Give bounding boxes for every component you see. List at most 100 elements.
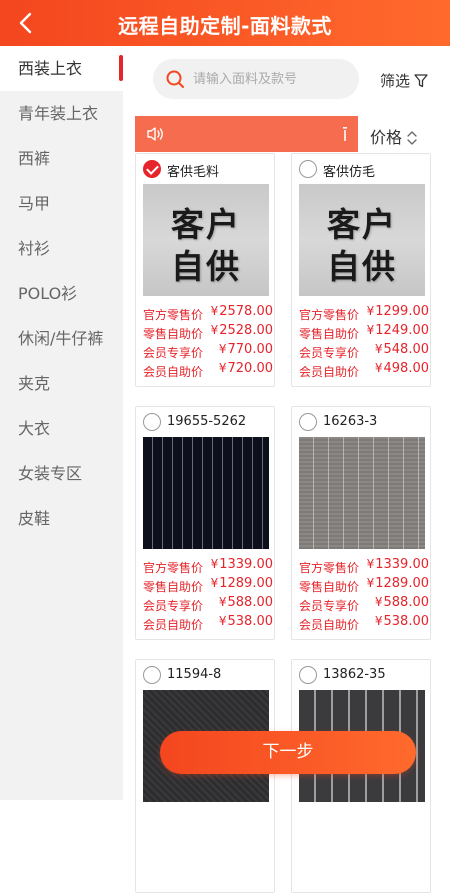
checkbox[interactable] — [299, 666, 317, 684]
fabric-name: 13862-35 — [323, 667, 386, 682]
price-label: 零售自助价 — [299, 580, 360, 594]
fabric-card[interactable]: 客供仿毛 客户 自供 官方零售价 ¥1299.00 零售自助价 ¥1249.00 会员专享价 ¥… — [291, 153, 431, 387]
price-value: ¥2578.00 — [211, 304, 273, 319]
currency-symbol: ¥ — [218, 595, 227, 609]
fabric-card[interactable]: 13862-35 — [291, 659, 431, 893]
checkbox[interactable] — [143, 666, 161, 684]
price-row: 会员专享价 ¥588.00 — [299, 595, 429, 614]
price-label: 官方零售价 — [299, 308, 360, 322]
fabric-name: 客供毛料 — [167, 165, 220, 180]
swatch-text: 客户 — [171, 205, 241, 244]
fabric-swatch-image — [143, 437, 269, 549]
sidebar-item[interactable]: POLO衫 — [0, 271, 123, 316]
currency-symbol: ¥ — [218, 361, 227, 375]
price-list: 官方零售价 ¥1299.00 零售自助价 ¥1249.00 会员专享价 ¥548.00 会员… — [299, 304, 429, 380]
price-amount: 770.00 — [227, 342, 274, 357]
price-amount: 588.00 — [383, 595, 430, 610]
sort-label: 价格 — [370, 128, 403, 147]
price-label: 会员专享价 — [143, 599, 204, 613]
notice-marker-icon — [343, 127, 347, 141]
sidebar-item[interactable]: 马甲 — [0, 181, 123, 226]
search-input[interactable] — [193, 69, 353, 89]
sidebar-item[interactable]: 青年装上衣 — [0, 91, 123, 136]
search-icon — [166, 70, 184, 88]
sidebar-item[interactable]: 夹克 — [0, 361, 123, 406]
price-amount: 2578.00 — [219, 304, 273, 319]
price-label: 零售自助价 — [143, 580, 204, 594]
price-row: 零售自助价 ¥1289.00 — [299, 576, 429, 595]
price-list: 官方零售价 ¥1339.00 零售自助价 ¥1289.00 会员专享价 ¥588.00 会员… — [299, 557, 429, 633]
price-row: 会员专享价 ¥588.00 — [143, 595, 273, 614]
price-value: ¥770.00 — [219, 342, 273, 357]
swatch-text: 客户 — [327, 205, 397, 244]
fabric-name: 16263-3 — [323, 414, 378, 429]
sidebar-item[interactable]: 皮鞋 — [0, 496, 123, 541]
price-label: 零售自助价 — [143, 327, 204, 341]
sidebar-item[interactable]: 西裤 — [0, 136, 123, 181]
fabric-name: 19655-5262 — [167, 414, 247, 429]
fabric-card[interactable]: 11594-8 — [135, 659, 275, 893]
price-value: ¥1339.00 — [367, 557, 429, 572]
price-value: ¥588.00 — [375, 595, 429, 610]
price-row: 零售自助价 ¥1249.00 — [299, 323, 429, 342]
price-label: 官方零售价 — [143, 561, 204, 575]
price-amount: 1299.00 — [375, 304, 429, 319]
fabric-name: 客供仿毛 — [323, 165, 376, 180]
price-value: ¥2528.00 — [211, 323, 273, 338]
price-amount: 1339.00 — [219, 557, 273, 572]
price-amount: 1249.00 — [375, 323, 429, 338]
price-value: ¥720.00 — [219, 361, 273, 376]
price-amount: 1289.00 — [375, 576, 429, 591]
price-row: 会员自助价 ¥538.00 — [143, 614, 273, 633]
sort-by-price[interactable]: 价格 — [370, 124, 418, 148]
checkbox[interactable] — [299, 160, 317, 178]
price-row: 官方零售价 ¥1299.00 — [299, 304, 429, 323]
price-row: 会员自助价 ¥720.00 — [143, 361, 273, 380]
checkbox[interactable] — [299, 413, 317, 431]
sidebar-item[interactable]: 衬衫 — [0, 226, 123, 271]
price-value: ¥1289.00 — [367, 576, 429, 591]
price-amount: 720.00 — [227, 361, 274, 376]
currency-symbol: ¥ — [210, 557, 219, 571]
price-row: 零售自助价 ¥1289.00 — [143, 576, 273, 595]
sort-arrows-icon — [407, 131, 417, 145]
checkbox-checked[interactable] — [143, 160, 161, 178]
currency-symbol: ¥ — [210, 304, 219, 318]
filter-button[interactable]: 筛选 — [380, 70, 428, 91]
price-label: 官方零售价 — [143, 308, 204, 322]
notice-bar — [135, 116, 358, 152]
currency-symbol: ¥ — [218, 614, 227, 628]
price-label: 会员自助价 — [143, 365, 204, 379]
price-label: 官方零售价 — [299, 561, 360, 575]
price-label: 会员自助价 — [299, 365, 360, 379]
currency-symbol: ¥ — [366, 576, 375, 590]
price-label: 会员专享价 — [299, 599, 360, 613]
swatch-text: 自供 — [171, 247, 241, 286]
price-amount: 2528.00 — [219, 323, 273, 338]
price-row: 会员专享价 ¥548.00 — [299, 342, 429, 361]
checkbox[interactable] — [143, 413, 161, 431]
price-row: 官方零售价 ¥2578.00 — [143, 304, 273, 323]
price-row: 官方零售价 ¥1339.00 — [299, 557, 429, 576]
currency-symbol: ¥ — [218, 342, 227, 356]
price-label: 会员专享价 — [299, 346, 360, 360]
currency-symbol: ¥ — [374, 342, 383, 356]
search-box[interactable] — [153, 59, 359, 99]
fabric-card[interactable]: 19655-5262 官方零售价 ¥1339.00 零售自助价 ¥1289.00 会员专享… — [135, 406, 275, 640]
price-list: 官方零售价 ¥2578.00 零售自助价 ¥2528.00 会员专享价 ¥770.00 会员… — [143, 304, 273, 380]
sidebar-item[interactable]: 西装上衣 — [0, 46, 123, 91]
currency-symbol: ¥ — [210, 576, 219, 590]
price-label: 会员自助价 — [143, 618, 204, 632]
price-amount: 1339.00 — [375, 557, 429, 572]
price-list: 官方零售价 ¥1339.00 零售自助价 ¥1289.00 会员专享价 ¥588.00 会员… — [143, 557, 273, 633]
filter-funnel-icon — [414, 74, 428, 88]
fabric-card[interactable]: 客供毛料 客户 自供 官方零售价 ¥2578.00 零售自助价 ¥2528.00 会员专享价 ¥… — [135, 153, 275, 387]
price-value: ¥538.00 — [219, 614, 273, 629]
sidebar-item[interactable]: 大衣 — [0, 406, 123, 451]
sidebar-item[interactable]: 休闲/牛仔裤 — [0, 316, 123, 361]
next-step-button[interactable]: 下一步 — [160, 731, 416, 774]
fabric-card[interactable]: 16263-3 官方零售价 ¥1339.00 零售自助价 ¥1289.00 会员专享价 ¥5… — [291, 406, 431, 640]
filter-label: 筛选 — [380, 72, 411, 90]
price-value: ¥498.00 — [375, 361, 429, 376]
sidebar-item[interactable]: 女装专区 — [0, 451, 123, 496]
